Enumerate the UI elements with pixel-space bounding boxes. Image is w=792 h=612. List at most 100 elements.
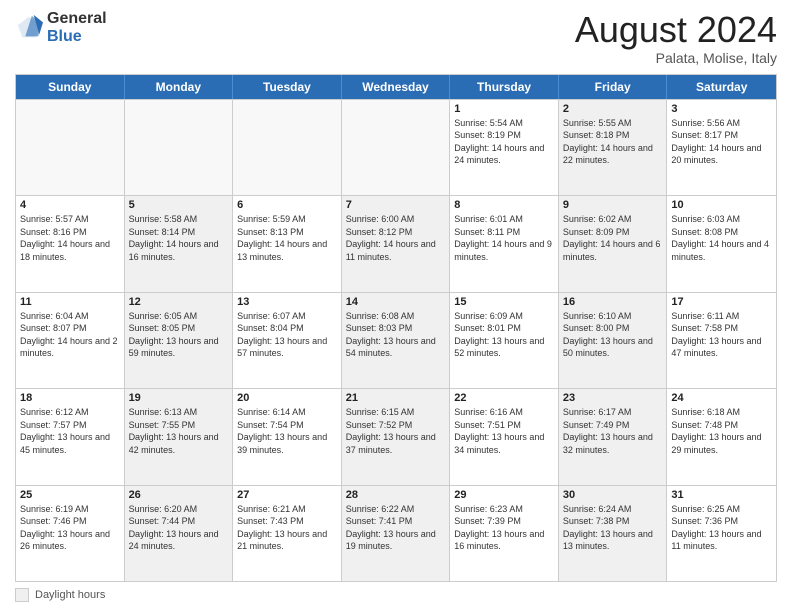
day-number: 13 <box>237 296 337 308</box>
day-number: 12 <box>129 296 229 308</box>
day-info: Sunrise: 5:57 AM Sunset: 8:16 PM Dayligh… <box>20 213 120 263</box>
calendar-cell: 10Sunrise: 6:03 AM Sunset: 8:08 PM Dayli… <box>667 196 776 291</box>
calendar-cell: 21Sunrise: 6:15 AM Sunset: 7:52 PM Dayli… <box>342 389 451 484</box>
day-info: Sunrise: 6:16 AM Sunset: 7:51 PM Dayligh… <box>454 406 554 456</box>
calendar-cell: 18Sunrise: 6:12 AM Sunset: 7:57 PM Dayli… <box>16 389 125 484</box>
calendar-cell: 16 Sunrise: 6:10 AM Sunset: 8:00 PM Dayli… <box>559 293 668 388</box>
day-info: Sunrise: 6:04 AM Sunset: 8:07 PM Dayligh… <box>20 310 120 360</box>
day-info: Sunrise: 6:10 AM Sunset: 8:00 PM Dayligh… <box>563 310 663 360</box>
logo: General Blue <box>15 10 107 45</box>
day-number: 9 <box>563 199 663 211</box>
calendar: SundayMondayTuesdayWednesdayThursdayFrid… <box>15 74 777 582</box>
day-info: Sunrise: 6:22 AM Sunset: 7:41 PM Dayligh… <box>346 503 446 553</box>
day-info: Sunrise: 6:01 AM Sunset: 8:11 PM Dayligh… <box>454 213 554 263</box>
logo-icon <box>15 14 43 42</box>
calendar-cell: 13 Sunrise: 6:07 AM Sunset: 8:04 PM Dayli… <box>233 293 342 388</box>
calendar-cell: 15 Sunrise: 6:09 AM Sunset: 8:01 PM Dayli… <box>450 293 559 388</box>
day-number: 29 <box>454 489 554 501</box>
calendar-cell <box>233 100 342 195</box>
daylight-legend-box <box>15 588 29 602</box>
day-info: Sunrise: 6:00 AM Sunset: 8:12 PM Dayligh… <box>346 213 446 263</box>
calendar-row: 25Sunrise: 6:19 AM Sunset: 7:46 PM Dayli… <box>16 485 776 581</box>
day-info: Sunrise: 6:18 AM Sunset: 7:48 PM Dayligh… <box>671 406 772 456</box>
day-info: Sunrise: 6:17 AM Sunset: 7:49 PM Dayligh… <box>563 406 663 456</box>
day-number: 11 <box>20 296 120 308</box>
header-cell-wednesday: Wednesday <box>342 75 451 99</box>
header-cell-sunday: Sunday <box>16 75 125 99</box>
calendar-cell: 22Sunrise: 6:16 AM Sunset: 7:51 PM Dayli… <box>450 389 559 484</box>
day-info: Sunrise: 6:09 AM Sunset: 8:01 PM Dayligh… <box>454 310 554 360</box>
calendar-cell: 7 Sunrise: 6:00 AM Sunset: 8:12 PM Daylig… <box>342 196 451 291</box>
day-number: 4 <box>20 199 120 211</box>
footer: Daylight hours <box>15 588 777 602</box>
calendar-cell: 4 Sunrise: 5:57 AM Sunset: 8:16 PM Daylig… <box>16 196 125 291</box>
calendar-body: 1Sunrise: 5:54 AM Sunset: 8:19 PM Daylig… <box>16 99 776 581</box>
header-cell-tuesday: Tuesday <box>233 75 342 99</box>
calendar-cell: 6 Sunrise: 5:59 AM Sunset: 8:13 PM Daylig… <box>233 196 342 291</box>
calendar-header: SundayMondayTuesdayWednesdayThursdayFrid… <box>16 75 776 99</box>
calendar-cell: 20 Sunrise: 6:14 AM Sunset: 7:54 PM Dayli… <box>233 389 342 484</box>
day-info: Sunrise: 6:14 AM Sunset: 7:54 PM Dayligh… <box>237 406 337 456</box>
calendar-cell: 11 Sunrise: 6:04 AM Sunset: 8:07 PM Dayli… <box>16 293 125 388</box>
day-number: 19 <box>129 392 229 404</box>
day-number: 15 <box>454 296 554 308</box>
day-number: 10 <box>671 199 772 211</box>
day-info: Sunrise: 6:20 AM Sunset: 7:44 PM Dayligh… <box>129 503 229 553</box>
calendar-row: 4 Sunrise: 5:57 AM Sunset: 8:16 PM Daylig… <box>16 195 776 291</box>
day-number: 6 <box>237 199 337 211</box>
day-number: 27 <box>237 489 337 501</box>
day-info: Sunrise: 6:02 AM Sunset: 8:09 PM Dayligh… <box>563 213 663 263</box>
day-number: 7 <box>346 199 446 211</box>
calendar-cell: 28 Sunrise: 6:22 AM Sunset: 7:41 PM Dayli… <box>342 486 451 581</box>
day-number: 31 <box>671 489 772 501</box>
day-info: Sunrise: 6:24 AM Sunset: 7:38 PM Dayligh… <box>563 503 663 553</box>
calendar-cell: 14 Sunrise: 6:08 AM Sunset: 8:03 PM Dayli… <box>342 293 451 388</box>
calendar-cell: 17 Sunrise: 6:11 AM Sunset: 7:58 PM Dayli… <box>667 293 776 388</box>
day-number: 2 <box>563 103 663 115</box>
main-title: August 2024 <box>575 10 777 50</box>
day-info: Sunrise: 6:13 AM Sunset: 7:55 PM Dayligh… <box>129 406 229 456</box>
calendar-cell: 26 Sunrise: 6:20 AM Sunset: 7:44 PM Dayli… <box>125 486 234 581</box>
header-cell-monday: Monday <box>125 75 234 99</box>
day-number: 28 <box>346 489 446 501</box>
day-number: 26 <box>129 489 229 501</box>
page-container: General Blue August 2024 Palata, Molise,… <box>0 0 792 612</box>
calendar-cell: 25Sunrise: 6:19 AM Sunset: 7:46 PM Dayli… <box>16 486 125 581</box>
day-number: 20 <box>237 392 337 404</box>
title-block: August 2024 Palata, Molise, Italy <box>575 10 777 66</box>
calendar-cell <box>342 100 451 195</box>
day-info: Sunrise: 5:58 AM Sunset: 8:14 PM Dayligh… <box>129 213 229 263</box>
day-info: Sunrise: 6:05 AM Sunset: 8:05 PM Dayligh… <box>129 310 229 360</box>
calendar-cell: 8Sunrise: 6:01 AM Sunset: 8:11 PM Daylig… <box>450 196 559 291</box>
day-info: Sunrise: 6:23 AM Sunset: 7:39 PM Dayligh… <box>454 503 554 553</box>
calendar-row: 18Sunrise: 6:12 AM Sunset: 7:57 PM Dayli… <box>16 388 776 484</box>
day-info: Sunrise: 6:25 AM Sunset: 7:36 PM Dayligh… <box>671 503 772 553</box>
calendar-cell: 27 Sunrise: 6:21 AM Sunset: 7:43 PM Dayli… <box>233 486 342 581</box>
day-number: 14 <box>346 296 446 308</box>
day-number: 16 <box>563 296 663 308</box>
header-cell-saturday: Saturday <box>667 75 776 99</box>
calendar-cell: 12 Sunrise: 6:05 AM Sunset: 8:05 PM Dayli… <box>125 293 234 388</box>
calendar-cell: 24Sunrise: 6:18 AM Sunset: 7:48 PM Dayli… <box>667 389 776 484</box>
day-info: Sunrise: 6:11 AM Sunset: 7:58 PM Dayligh… <box>671 310 772 360</box>
logo-general: General <box>47 10 107 28</box>
calendar-cell: 9 Sunrise: 6:02 AM Sunset: 8:09 PM Daylig… <box>559 196 668 291</box>
day-info: Sunrise: 6:15 AM Sunset: 7:52 PM Dayligh… <box>346 406 446 456</box>
day-info: Sunrise: 6:21 AM Sunset: 7:43 PM Dayligh… <box>237 503 337 553</box>
header-cell-thursday: Thursday <box>450 75 559 99</box>
day-number: 23 <box>563 392 663 404</box>
day-info: Sunrise: 5:59 AM Sunset: 8:13 PM Dayligh… <box>237 213 337 263</box>
day-info: Sunrise: 6:08 AM Sunset: 8:03 PM Dayligh… <box>346 310 446 360</box>
day-info: Sunrise: 5:55 AM Sunset: 8:18 PM Dayligh… <box>563 117 663 167</box>
calendar-cell: 23 Sunrise: 6:17 AM Sunset: 7:49 PM Dayli… <box>559 389 668 484</box>
day-info: Sunrise: 5:56 AM Sunset: 8:17 PM Dayligh… <box>671 117 772 167</box>
calendar-cell <box>16 100 125 195</box>
footer-label: Daylight hours <box>35 589 105 601</box>
day-info: Sunrise: 6:19 AM Sunset: 7:46 PM Dayligh… <box>20 503 120 553</box>
logo-text: General Blue <box>47 10 107 45</box>
calendar-cell: 1Sunrise: 5:54 AM Sunset: 8:19 PM Daylig… <box>450 100 559 195</box>
day-info: Sunrise: 5:54 AM Sunset: 8:19 PM Dayligh… <box>454 117 554 167</box>
day-number: 17 <box>671 296 772 308</box>
calendar-cell: 30Sunrise: 6:24 AM Sunset: 7:38 PM Dayli… <box>559 486 668 581</box>
day-info: Sunrise: 6:07 AM Sunset: 8:04 PM Dayligh… <box>237 310 337 360</box>
